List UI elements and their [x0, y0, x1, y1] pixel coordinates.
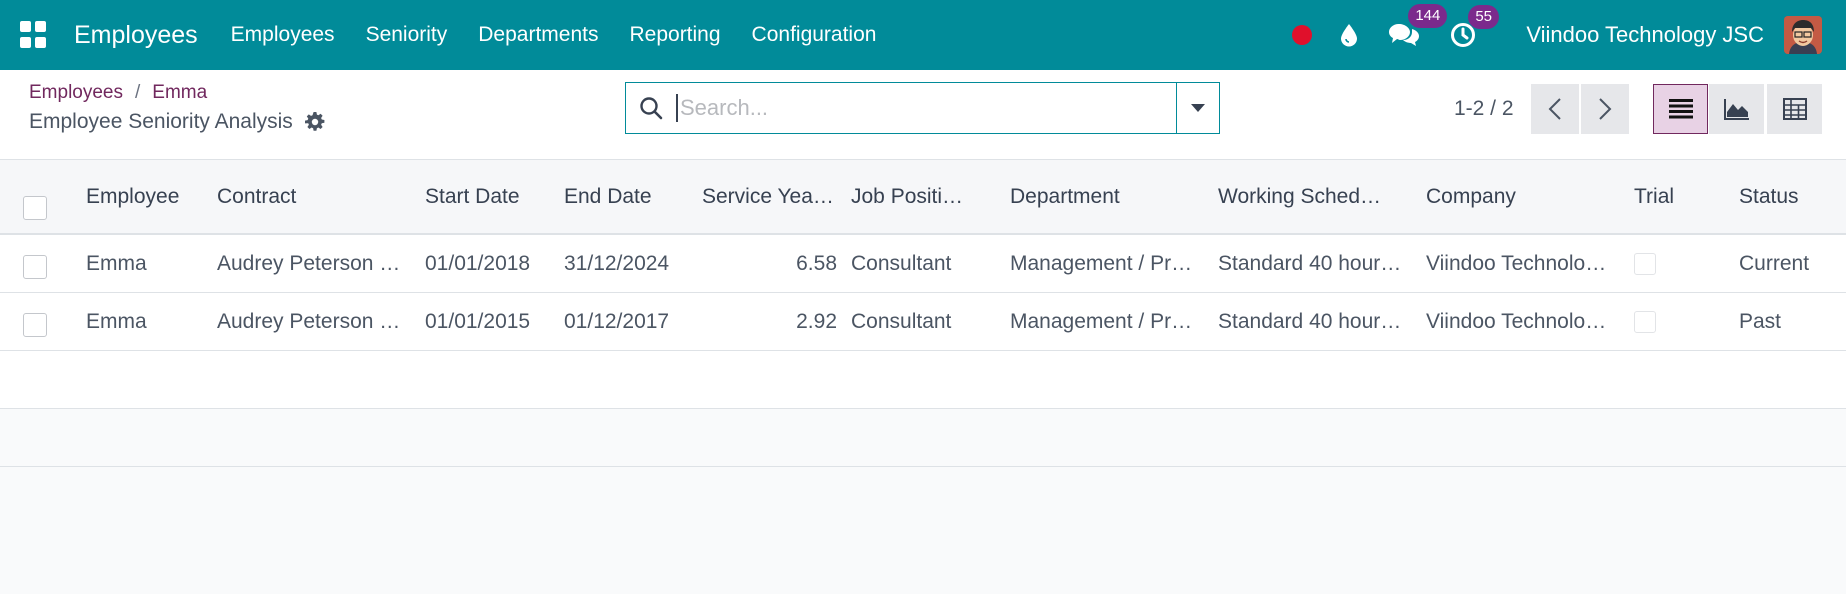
column-header-employee[interactable]: Employee [86, 160, 206, 233]
column-header-service-years[interactable]: Service Yea… [702, 160, 839, 233]
user-avatar[interactable] [1784, 16, 1822, 54]
column-header-status[interactable]: Status [1739, 160, 1839, 233]
search-input[interactable] [676, 94, 1176, 122]
table-row[interactable]: Emma Audrey Peterson … 01/01/2015 01/12/… [0, 293, 1846, 351]
list-view-icon[interactable] [1653, 84, 1708, 134]
activities-badge: 55 [1468, 5, 1499, 29]
breadcrumb-employees[interactable]: Employees [29, 82, 123, 104]
cell-start-date: 01/01/2015 [425, 309, 531, 333]
pager-next-button[interactable] [1581, 84, 1629, 134]
cell-trial [1634, 293, 1714, 350]
cell-contract: Audrey Peterson … [217, 309, 401, 333]
breadcrumb-emma[interactable]: Emma [152, 82, 207, 104]
empty-row [0, 351, 1846, 409]
menu-departments[interactable]: Departments [478, 23, 598, 47]
cell-start-date: 01/01/2018 [425, 251, 531, 275]
trial-checkbox [1634, 310, 1656, 333]
menu-seniority[interactable]: Seniority [366, 23, 448, 47]
table-row[interactable]: Emma Audrey Peterson … 01/01/2018 31/12/… [0, 235, 1846, 293]
cell-employee: Emma [86, 309, 147, 333]
pager-previous-button[interactable] [1531, 84, 1579, 134]
top-navbar: Employees Employees Seniority Department… [0, 0, 1846, 70]
trial-checkbox [1634, 252, 1656, 275]
column-header-job-position[interactable]: Job Positi… [851, 160, 976, 233]
cell-company: Viindoo Technolo… [1426, 251, 1607, 275]
menu-configuration[interactable]: Configuration [752, 23, 877, 47]
messages-badge: 144 [1408, 4, 1448, 28]
gear-icon[interactable] [304, 112, 325, 132]
cell-status: Past [1739, 309, 1782, 333]
page-title: Employee Seniority Analysis [29, 110, 293, 133]
cell-service-years: 2.92 [796, 309, 837, 333]
record-indicator-icon[interactable] [1292, 25, 1313, 45]
table-header-row: Employee Contract Start Date End Date Se… [0, 160, 1846, 235]
column-header-company[interactable]: Company [1426, 160, 1616, 233]
column-header-contract[interactable]: Contract [217, 160, 407, 233]
search-options-chevron-down-icon[interactable] [1176, 83, 1219, 133]
cell-company: Viindoo Technolo… [1426, 309, 1607, 333]
messages-icon[interactable]: 144 [1388, 4, 1448, 49]
page-title-wrap: Employee Seniority Analysis [29, 110, 325, 134]
drop-icon[interactable] [1340, 23, 1358, 47]
cell-working-schedule: Standard 40 hour… [1218, 251, 1402, 275]
column-header-working-schedule[interactable]: Working Sched… [1218, 160, 1408, 233]
select-all-checkbox[interactable] [23, 196, 47, 220]
cell-service-years: 6.58 [796, 251, 837, 275]
app-brand[interactable]: Employees [74, 21, 198, 50]
cell-contract: Audrey Peterson … [217, 251, 401, 275]
cell-job-position: Consultant [851, 251, 952, 275]
company-switcher[interactable]: Viindoo Technology JSC [1526, 22, 1764, 48]
cell-job-position: Consultant [851, 309, 952, 333]
menu-employees[interactable]: Employees [231, 23, 335, 47]
cell-end-date: 31/12/2024 [564, 251, 670, 275]
pager-value[interactable]: 1-2 / 2 [1454, 97, 1514, 121]
column-header-department[interactable]: Department [1010, 160, 1200, 233]
graph-view-icon[interactable] [1709, 84, 1764, 134]
cell-department: Management / Pr… [1010, 309, 1193, 333]
row-checkbox[interactable] [23, 313, 47, 337]
search-bar [625, 82, 1220, 134]
cell-end-date: 01/12/2017 [564, 309, 670, 333]
menu-reporting[interactable]: Reporting [629, 23, 720, 47]
breadcrumb: Employees / Emma [29, 82, 207, 104]
search-icon [626, 96, 676, 120]
column-header-start-date[interactable]: Start Date [425, 160, 555, 233]
cell-working-schedule: Standard 40 hour… [1218, 309, 1402, 333]
column-header-end-date[interactable]: End Date [564, 160, 694, 233]
activities-clock-icon[interactable]: 55 [1450, 5, 1499, 48]
cell-employee: Emma [86, 251, 147, 275]
apps-menu-icon[interactable] [20, 21, 48, 49]
pivot-view-icon[interactable] [1767, 84, 1822, 134]
cell-status: Current [1739, 251, 1810, 275]
cell-department: Management / Pr… [1010, 251, 1193, 275]
row-checkbox[interactable] [23, 255, 47, 279]
breadcrumb-separator: / [135, 82, 141, 103]
column-header-trial[interactable]: Trial [1634, 160, 1714, 233]
cell-trial [1634, 235, 1714, 292]
seniority-list: Employee Contract Start Date End Date Se… [0, 160, 1846, 467]
control-panel: Employees / Emma Employee Seniority Anal… [0, 70, 1846, 160]
empty-row [0, 409, 1846, 467]
